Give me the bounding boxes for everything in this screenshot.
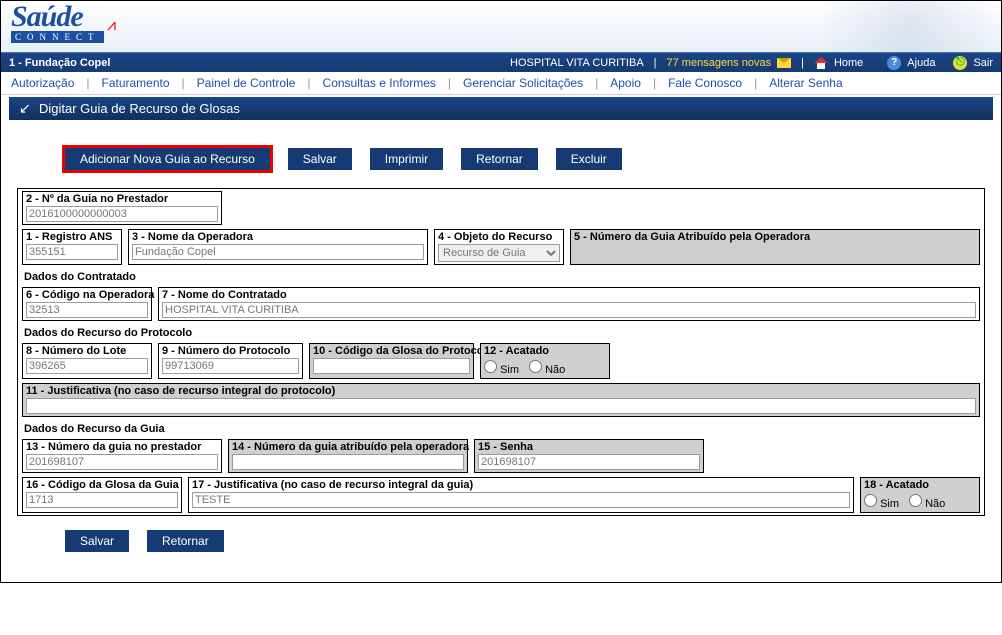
add-guia-button[interactable]: Adicionar Nova Guia ao Recurso [65,148,270,170]
field-9: 9 - Número do Protocolo [158,343,303,379]
menu-consultas[interactable]: Consultas e Informes [323,76,436,90]
input-codigo-glosa-guia[interactable] [26,492,178,508]
logo-subtitle: CONNECT [11,31,104,43]
logo: Saúde ⩘ CONNECT [11,3,104,43]
messages-link[interactable]: 77 mensagens novas [667,57,772,69]
radio-acatado-prot-sim[interactable] [484,360,497,373]
radio-acatado-guia-sim[interactable] [864,494,877,507]
radio-acatado-prot-nao[interactable] [529,360,542,373]
input-numero-protocolo[interactable] [162,358,299,374]
menu-apoio[interactable]: Apoio [610,76,641,90]
field-17: 17 - Justificativa (no caso de recurso i… [188,477,854,513]
menu-painel[interactable]: Painel de Controle [197,76,296,90]
tenant-label: 1 - Fundação Copel [9,57,510,69]
home-link[interactable]: Home [834,57,863,69]
menu-senha[interactable]: Alterar Senha [769,76,842,90]
radio-acatado-guia-nao[interactable] [909,494,922,507]
menu-autorizacao[interactable]: Autorização [11,76,74,90]
input-numero-lote[interactable] [26,358,148,374]
section-contratado: Dados do Contratado [18,267,984,285]
hospital-label: HOSPITAL VITA CURITIBA [510,57,644,69]
app-window: Saúde ⩘ CONNECT 1 - Fundação Copel HOSPI… [0,0,1002,583]
save-button-bottom[interactable]: Salvar [65,530,129,552]
field-18: 18 - Acatado Sim Não [860,477,980,513]
input-registro-ans[interactable] [26,244,118,260]
input-num-guia-operadora[interactable] [232,454,464,470]
content: Adicionar Nova Guia ao Recurso Salvar Im… [1,120,1001,582]
field-16: 16 - Código da Glosa da Guia [22,477,182,513]
input-nome-operadora[interactable] [132,244,424,260]
help-link[interactable]: Ajuda [907,57,935,69]
exit-link[interactable]: Sair [973,57,993,69]
return-button[interactable]: Retornar [461,148,538,170]
field-12: 12 - Acatado Sim Não [480,343,610,379]
save-button[interactable]: Salvar [288,148,352,170]
action-buttons-bottom: Salvar Retornar [9,516,993,552]
field-1: 1 - Registro ANS [22,229,122,265]
input-num-guia-prestador[interactable] [26,454,218,470]
field-5: 5 - Número da Guia Atribuído pela Operad… [570,229,980,265]
field-13: 13 - Número da guia no prestador [22,439,222,473]
logo-text: Saúde [11,3,104,31]
pulse-icon: ⩘ [107,17,116,35]
menu-faturamento[interactable]: Faturamento [102,76,170,90]
input-guia-prestador[interactable] [26,206,218,222]
field-14: 14 - Número da guia atribuído pela opera… [228,439,468,473]
field-11: 11 - Justificativa (no caso de recurso i… [22,383,980,417]
print-button[interactable]: Imprimir [370,148,443,170]
main-menu: Autorização| Faturamento| Painel de Cont… [1,72,1001,95]
input-nome-contratado[interactable] [162,302,976,318]
input-justificativa-protocolo[interactable] [26,398,976,414]
section-protocolo: Dados do Recurso do Protocolo [18,323,984,341]
menu-gerenciar[interactable]: Gerenciar Solicitações [463,76,583,90]
mail-icon[interactable] [777,58,791,68]
menu-fale[interactable]: Fale Conosco [668,76,742,90]
field-15: 15 - Senha [474,439,704,473]
input-senha[interactable] [478,454,700,470]
page-title: Digitar Guia de Recurso de Glosas [9,97,993,120]
field-8: 8 - Número do Lote [22,343,152,379]
field-7: 7 - Nome do Contratado [158,287,980,321]
delete-button[interactable]: Excluir [556,148,622,170]
exit-icon[interactable]: ⎋ [953,56,967,70]
field-6: 6 - Código na Operadora [22,287,152,321]
field-10: 10 - Código da Glosa do Protocolo [309,343,474,379]
input-codigo-glosa-protocolo[interactable] [313,358,470,374]
field-2: 2 - Nº da Guia no Prestador [22,191,222,225]
select-objeto-recurso[interactable]: Recurso de Guia [438,244,560,262]
topbar: 1 - Fundação Copel HOSPITAL VITA CURITIB… [1,53,1001,72]
return-button-bottom[interactable]: Retornar [147,530,224,552]
section-guia: Dados do Recurso da Guia [18,419,984,437]
action-buttons-top: Adicionar Nova Guia ao Recurso Salvar Im… [9,130,993,188]
home-icon[interactable] [814,57,828,69]
input-justificativa-guia[interactable] [192,492,850,508]
header: Saúde ⩘ CONNECT [1,1,1001,53]
form-panel: 2 - Nº da Guia no Prestador 1 - Registro… [17,188,985,516]
header-art [771,1,1001,53]
field-4: 4 - Objeto do Recurso Recurso de Guia [434,229,564,265]
help-icon[interactable]: ? [887,56,901,70]
input-codigo-operadora[interactable] [26,302,148,318]
field-3: 3 - Nome da Operadora [128,229,428,265]
